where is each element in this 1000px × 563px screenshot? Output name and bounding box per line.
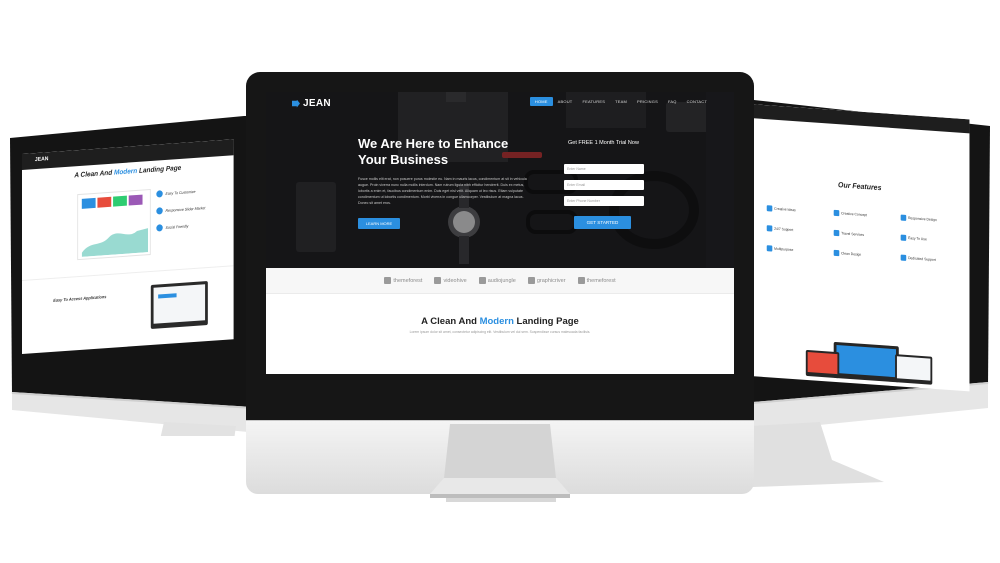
partner-label: graphicriver — [536, 277, 566, 284]
name-field[interactable]: Enter Name — [564, 164, 644, 174]
feature-icon — [900, 214, 907, 221]
left-feature-item: Responsive Slider Market — [156, 202, 230, 215]
partner-logo[interactable]: graphicriver — [527, 277, 566, 284]
partner-icon — [577, 277, 585, 284]
nav-item-pricings[interactable]: PRICINGS — [632, 97, 663, 106]
partner-label: themeforest — [393, 277, 423, 284]
hero-description: Fusce mollis elit erat, non posuere puru… — [358, 177, 527, 205]
nav-item-features[interactable]: FEATURES — [577, 97, 610, 106]
feature-icon — [156, 190, 163, 198]
phone-field[interactable]: Enter Phone Number — [564, 196, 644, 206]
left-laptop-image — [150, 281, 208, 329]
section-title-post: Landing Page — [513, 316, 579, 327]
right-feature-item: 24/7 Support — [766, 225, 828, 235]
right-feature-item: Creative Concept — [833, 209, 895, 220]
section-subtitle: Lorem ipsum dolor sit amet, consectetur … — [409, 330, 591, 334]
left-feature-item: Easy To Customize — [156, 185, 230, 198]
right-feature-grid: Creative Ideas Creative Concept Responsi… — [766, 205, 962, 265]
left-title-post: Landing Page — [137, 164, 182, 175]
right-feature-label: Multipurpose — [774, 246, 794, 253]
right-feature-label: Dedicated Support — [908, 256, 936, 262]
feature-icon — [766, 245, 773, 252]
right-feature-item: Responsive Design — [900, 214, 962, 225]
left-screen: JEAN A Clean And Modern Landing Page Eas… — [22, 139, 234, 354]
feature-icon — [833, 249, 840, 257]
left-feature-label: Easy To Customize — [165, 189, 196, 196]
partner-logo[interactable]: themeforest — [577, 277, 616, 284]
right-monitor: Our Features Creative Ideas Creative Con… — [724, 96, 996, 488]
left-section2-title: Easy To Access Applications — [53, 294, 107, 303]
partner-label: videohive — [443, 277, 467, 284]
mockup-stage: JEAN A Clean And Modern Landing Page Eas… — [0, 0, 1000, 563]
logo-text: JEAN — [303, 98, 331, 109]
feature-icon — [833, 229, 840, 237]
partner-icon — [434, 277, 442, 284]
feature-icon — [900, 234, 907, 241]
right-feature-item: Travel Services — [833, 229, 895, 240]
hero-section: JEAN HOME ABOUT FEATURES TEAM PRICINGS F… — [266, 92, 734, 268]
section-title: A Clean And Modern Landing Page — [266, 316, 734, 327]
center-monitor: JEAN HOME ABOUT FEATURES TEAM PRICINGS F… — [246, 72, 754, 502]
left-title-pre: A Clean And — [74, 169, 114, 180]
right-feature-label: Easy To Use — [908, 236, 927, 242]
partner-icon — [384, 277, 392, 284]
partner-logo[interactable]: themeforest — [384, 277, 422, 284]
learn-more-button[interactable]: LEARN MORE — [358, 218, 400, 229]
right-feature-item: Clean Design — [833, 249, 895, 260]
right-feature-item: Creative Ideas — [766, 205, 828, 215]
feature-icon — [766, 225, 773, 232]
right-feature-label: Creative Concept — [841, 211, 867, 218]
partner-label: themeforest — [586, 277, 616, 284]
feature-icon — [156, 207, 163, 215]
left-dashboard-image — [77, 188, 151, 261]
partner-icon — [478, 277, 486, 284]
right-feature-label: Creative Ideas — [774, 206, 796, 213]
partner-logo[interactable]: audiojungle — [478, 277, 516, 284]
monitor-stand — [430, 424, 570, 498]
section-title-pre: A Clean And — [421, 316, 480, 327]
nav-item-faq[interactable]: FAQ — [663, 97, 682, 106]
right-feature-label: Responsive Design — [908, 216, 937, 223]
feature-icon — [833, 209, 840, 217]
right-feature-item: Easy To Use — [900, 234, 962, 245]
logo[interactable]: JEAN — [292, 98, 331, 109]
email-field[interactable]: Enter Email — [564, 180, 644, 190]
left-feature-list: Easy To Customize Responsive Slider Mark… — [156, 185, 230, 232]
left-feature-item: Social Friendly — [156, 219, 230, 232]
left-screen-logo: JEAN — [34, 156, 49, 164]
right-feature-label: Travel Services — [841, 231, 865, 237]
nav-item-contact[interactable]: CONTACT — [682, 97, 712, 106]
right-screen-title: Our Features — [838, 180, 882, 193]
right-feature-label: 24/7 Support — [774, 226, 794, 233]
partner-logos: themeforest videohive audiojungle graphi… — [266, 268, 734, 294]
right-feature-item: Dedicated Support — [900, 254, 962, 265]
website-screen: JEAN HOME ABOUT FEATURES TEAM PRICINGS F… — [266, 92, 734, 374]
feature-icon — [900, 254, 907, 261]
feature-icon — [766, 205, 773, 212]
partner-logo[interactable]: videohive — [434, 277, 467, 284]
nav-item-home[interactable]: HOME — [529, 97, 553, 106]
nav-menu: HOME ABOUT FEATURES TEAM PRICINGS FAQ CO… — [529, 97, 712, 106]
partner-icon — [527, 277, 535, 284]
left-feature-label: Social Friendly — [165, 223, 189, 230]
get-started-button[interactable]: GET STARTED — [574, 216, 631, 229]
logo-arrow-icon — [292, 99, 300, 108]
nav-item-about[interactable]: ABOUT — [553, 97, 578, 106]
partner-label: audiojungle — [487, 277, 516, 284]
trial-form-title: Get FREE 1 Month Trial Now — [568, 140, 639, 146]
right-feature-label: Clean Design — [841, 251, 862, 257]
top-nav: JEAN HOME ABOUT FEATURES TEAM PRICINGS F… — [266, 92, 734, 114]
right-feature-item: Multipurpose — [766, 245, 828, 255]
right-screen: Our Features Creative Ideas Creative Con… — [750, 104, 970, 392]
nav-item-team[interactable]: TEAM — [610, 97, 632, 106]
feature-icon — [156, 224, 163, 232]
hero-title: We Are Here to Enhance Your Business — [358, 136, 509, 167]
section-title-highlight: Modern — [479, 316, 514, 327]
left-title-highlight: Modern — [113, 167, 138, 177]
left-feature-label: Responsive Slider Market — [165, 205, 206, 213]
left-monitor: JEAN A Clean And Modern Landing Page Eas… — [4, 96, 276, 436]
